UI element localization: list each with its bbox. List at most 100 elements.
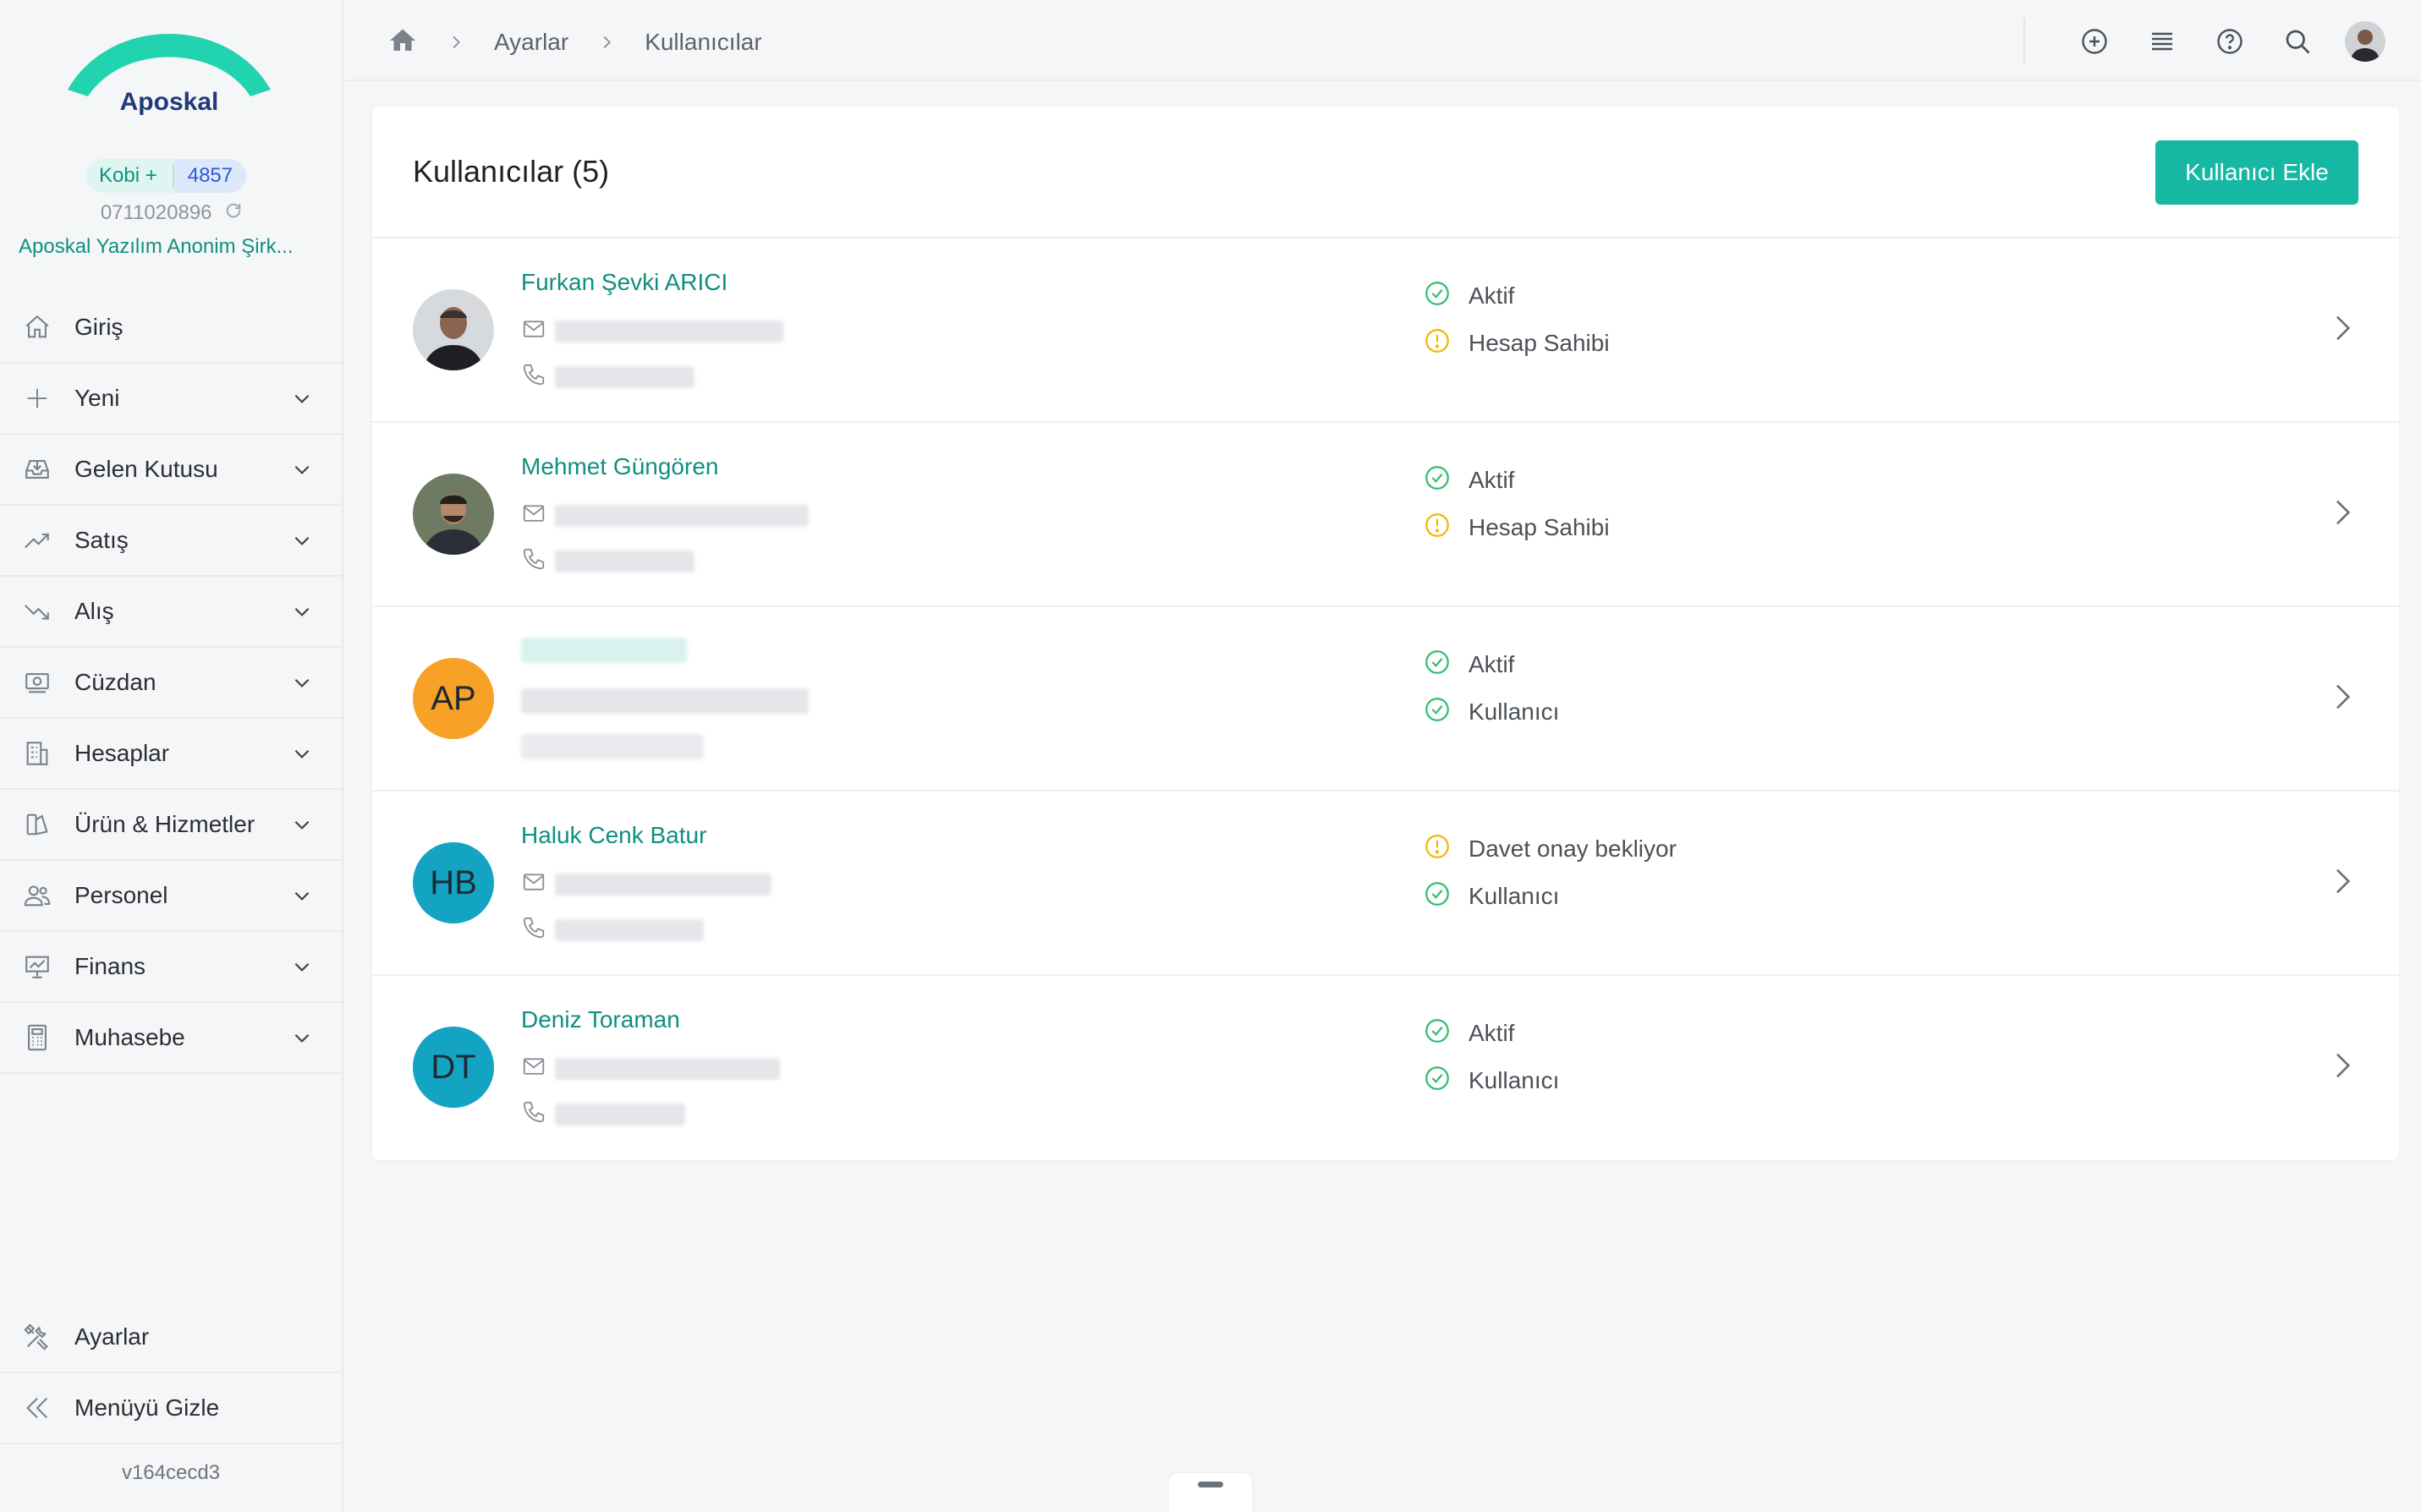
avatar-initials: HB (413, 842, 494, 923)
sidebar-item-label: Alış (74, 598, 114, 624)
card-header: Kullanıcılar (5) Kullanıcı Ekle (372, 107, 2399, 238)
brand-name: Aposkal (119, 88, 219, 116)
users-card: Kullanıcılar (5) Kullanıcı Ekle Furkan Ş… (372, 107, 2399, 1160)
list-icon[interactable] (2140, 19, 2184, 63)
user-name-redacted[interactable] (521, 638, 687, 663)
status-label: Aktif (1469, 1019, 1515, 1046)
sidebar-item-hesaplar[interactable]: Hesaplar (0, 719, 342, 790)
top-actions (2023, 18, 2387, 65)
brand-logo[interactable]: Aposkal (59, 20, 279, 130)
user-role: Kullanıcı (1423, 1064, 1559, 1097)
topbar-divider (2023, 18, 2025, 65)
avatar-initials: AP (413, 658, 494, 739)
help-icon[interactable] (2208, 19, 2252, 63)
user-row[interactable]: HB Haluk Cenk Batur Davet onay bekliyor … (372, 792, 2399, 976)
topbar: Ayarlar Kullanıcılar (345, 0, 2421, 81)
check-circle-icon (1423, 695, 1452, 728)
user-row[interactable]: Furkan Şevki ARICI Aktif Hesap Sahibi (372, 238, 2399, 423)
phone-icon (521, 362, 546, 392)
user-email (521, 869, 771, 899)
user-name[interactable]: Furkan Şevki ARICI (521, 269, 727, 296)
user-avatar-menu[interactable] (2343, 19, 2387, 63)
home-icon[interactable] (387, 25, 418, 60)
sidebar-item-urun-hizmetler[interactable]: Ürün & Hizmetler (0, 790, 342, 861)
wallet-icon (20, 666, 54, 699)
sidebar-item-finans[interactable]: Finans (0, 932, 342, 1003)
status-label: Aktif (1469, 466, 1515, 493)
sidebar-item-ayarlar[interactable]: Ayarlar (0, 1302, 342, 1373)
user-row[interactable]: AP Aktif Kullanıcı (372, 607, 2399, 792)
add-user-button[interactable]: Kullanıcı Ekle (2155, 140, 2358, 205)
check-circle-icon (1423, 463, 1452, 496)
email-redacted (555, 873, 771, 896)
phone-icon (521, 546, 546, 576)
sidebar-item-giris[interactable]: Giriş (0, 293, 342, 364)
user-name[interactable]: Deniz Toraman (521, 1006, 680, 1033)
chevron-down-icon (291, 529, 313, 556)
product-icon (20, 808, 54, 841)
chevron-down-icon (291, 742, 313, 769)
user-row[interactable]: Mehmet Güngören Aktif Hesap Sahibi (372, 423, 2399, 607)
sidebar-item-muhasebe[interactable]: Muhasebe (0, 1003, 342, 1074)
search-icon[interactable] (2276, 19, 2319, 63)
user-name[interactable]: Haluk Cenk Batur (521, 822, 706, 849)
bottom-drawer-handle[interactable] (1169, 1473, 1252, 1512)
trend-up-icon (20, 523, 54, 557)
status-label: Davet onay bekliyor (1469, 835, 1677, 862)
chevron-right-icon[interactable] (2325, 680, 2358, 718)
people-icon (20, 879, 54, 912)
email-redacted (555, 1057, 780, 1080)
tax-number-value: 0711020896 (100, 201, 212, 224)
add-circle-icon[interactable] (2072, 19, 2116, 63)
chevron-down-icon (291, 458, 313, 485)
role-label: Kullanıcı (1469, 882, 1560, 909)
mail-icon (521, 1054, 546, 1083)
email-redacted (555, 504, 809, 527)
check-circle-icon (1423, 879, 1452, 912)
user-status: Aktif (1423, 279, 1514, 312)
chevron-right-icon[interactable] (2325, 311, 2358, 349)
user-phone (521, 915, 704, 945)
role-label: Kullanıcı (1469, 1066, 1560, 1093)
refresh-icon[interactable] (224, 201, 243, 226)
sidebar-item-personel[interactable]: Personel (0, 861, 342, 932)
phone-redacted (555, 365, 694, 388)
chevron-right-icon[interactable] (2325, 496, 2358, 534)
sidebar-item-cuzdan[interactable]: Cüzdan (0, 648, 342, 719)
inbox-icon (20, 452, 54, 486)
sidebar-item-satis[interactable]: Satış (0, 506, 342, 577)
check-circle-icon (1423, 1064, 1452, 1097)
role-label: Kullanıcı (1469, 698, 1560, 725)
check-circle-icon (1423, 648, 1452, 681)
app-version: v164cecd3 (121, 1461, 221, 1484)
mail-icon (521, 501, 546, 530)
status-label: Aktif (1469, 650, 1515, 677)
sidebar-item-alis[interactable]: Alış (0, 577, 342, 648)
role-label: Hesap Sahibi (1469, 329, 1610, 356)
chevron-right-icon[interactable] (2325, 1049, 2358, 1087)
chevron-down-icon (291, 600, 313, 627)
chevron-right-icon (447, 33, 465, 52)
chevron-down-icon (291, 387, 313, 414)
user-row[interactable]: DT Deniz Toraman Aktif Kullanıcı (372, 976, 2399, 1160)
sidebar-item-gelen-kutusu[interactable]: Gelen Kutusu (0, 435, 342, 506)
plan-badge[interactable]: Kobi + 4857 (85, 159, 247, 193)
chevron-right-icon[interactable] (2325, 864, 2358, 902)
breadcrumb: Ayarlar Kullanıcılar (387, 24, 762, 61)
breadcrumb-item-ayarlar[interactable]: Ayarlar (494, 29, 568, 56)
alert-circle-icon (1423, 832, 1452, 865)
presentation-chart-icon (20, 950, 54, 983)
user-role: Kullanıcı (1423, 695, 1559, 728)
user-email (521, 1054, 780, 1083)
company-name[interactable]: Aposkal Yazılım Anonim Şirk... (19, 235, 332, 259)
user-phone (521, 362, 694, 392)
sidebar-item-menu-gizle[interactable]: Menüyü Gizle (0, 1373, 342, 1444)
user-role: Kullanıcı (1423, 879, 1559, 912)
sidebar-item-label: Ürün & Hizmetler (74, 811, 255, 837)
plan-label: Kobi + (99, 164, 157, 187)
user-name[interactable]: Mehmet Güngören (521, 453, 718, 480)
sidebar-item-yeni[interactable]: Yeni (0, 364, 342, 435)
chevron-down-icon (291, 814, 313, 840)
alert-circle-icon (1423, 326, 1452, 359)
trend-down-icon (20, 594, 54, 628)
